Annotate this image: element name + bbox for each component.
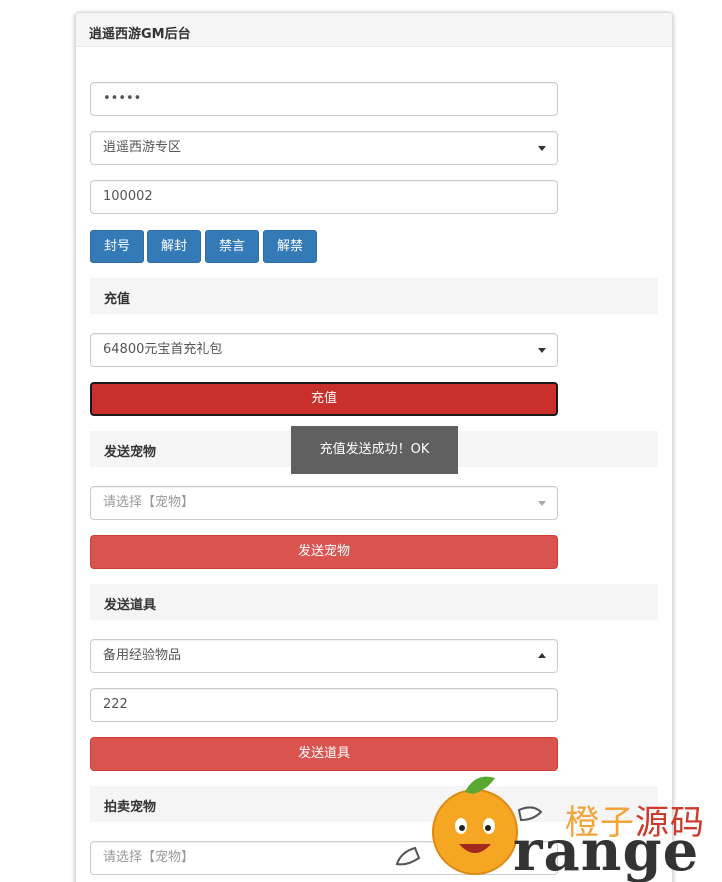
pet-select[interactable]: 请选择【宠物】: [90, 486, 558, 520]
watermark-en-text: range: [513, 818, 700, 882]
recharge-section-title: 充值: [90, 278, 658, 314]
password-field[interactable]: •••••: [90, 82, 558, 116]
role-id-field[interactable]: 100002: [90, 180, 558, 214]
toast-message: 充值发送成功！OK: [291, 426, 458, 474]
item-select[interactable]: 备用经验物品: [90, 639, 558, 673]
recharge-button[interactable]: 充值: [90, 382, 558, 416]
server-select-value: 逍遥西游专区: [103, 140, 182, 155]
unmute-button[interactable]: 解禁: [263, 230, 317, 263]
server-select[interactable]: 逍遥西游专区: [90, 131, 558, 165]
password-value: •••••: [103, 91, 142, 106]
recharge-package-select[interactable]: 64800元宝首充礼包: [90, 333, 558, 367]
unban-account-button[interactable]: 解封: [147, 230, 201, 263]
chevron-down-icon: [538, 146, 546, 151]
ban-account-button[interactable]: 封号: [90, 230, 144, 263]
chevron-down-icon: [538, 348, 546, 353]
role-id-value: 100002: [103, 189, 153, 204]
mute-button[interactable]: 禁言: [205, 230, 259, 263]
panel-title: 逍遥西游GM后台: [76, 13, 672, 47]
chevron-up-icon: [538, 653, 546, 658]
recharge-package-value: 64800元宝首充礼包: [103, 342, 223, 357]
send-pet-button[interactable]: 发送宠物: [90, 535, 558, 569]
send-item-button[interactable]: 发送道具: [90, 737, 558, 771]
item-quantity-field[interactable]: 222: [90, 688, 558, 722]
auction-pet-select-placeholder: 请选择【宠物】: [103, 850, 195, 865]
watermark-logo: 橙子源码 range: [395, 770, 722, 882]
item-quantity-value: 222: [103, 697, 128, 712]
chevron-down-icon: [538, 501, 546, 506]
send-item-section-title: 发送道具: [90, 584, 658, 620]
item-select-value: 备用经验物品: [103, 648, 182, 663]
pet-select-placeholder: 请选择【宠物】: [103, 495, 195, 510]
